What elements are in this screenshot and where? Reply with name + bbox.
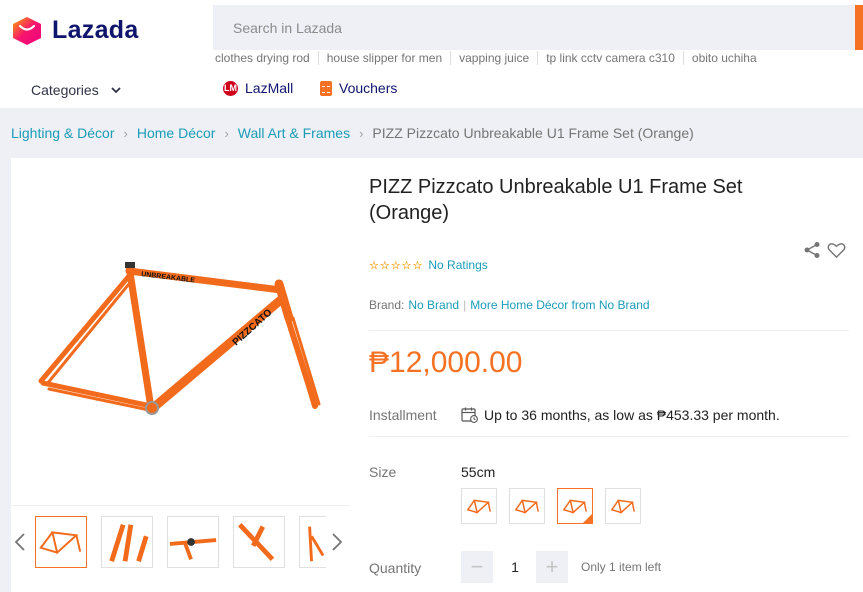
size-variants — [461, 488, 641, 524]
lazmall-label: LazMall — [245, 80, 294, 96]
categories-label: Categories — [31, 82, 99, 98]
thumbnail-image — [169, 538, 217, 560]
vouchers-label: Vouchers — [339, 80, 398, 96]
share-icon[interactable] — [803, 241, 821, 259]
product-card: UNBREAKABLE PIZZCATO PIZZ Pizzcato Unbre… — [11, 158, 863, 592]
thumbnail-image — [238, 523, 275, 561]
heart-icon[interactable] — [827, 242, 846, 259]
rating-stars: ☆ ☆ ☆ ☆ ☆ — [369, 259, 423, 272]
logo[interactable]: Lazada — [10, 14, 139, 46]
star-icon: ☆ — [390, 259, 401, 272]
more-from-brand-link[interactable]: More Home Décor from No Brand — [470, 298, 649, 312]
variant-image — [466, 499, 491, 514]
thumbnail[interactable] — [167, 516, 219, 568]
thumbnail-image — [39, 531, 82, 555]
variant-image — [610, 499, 635, 514]
site-header: Lazada clothes drying rod house slipper … — [0, 0, 863, 108]
variant-option[interactable] — [605, 488, 641, 524]
search-suggestions: clothes drying rod house slipper for men… — [215, 51, 773, 65]
quantity-label: Quantity — [369, 560, 422, 576]
suggestion-link[interactable]: house slipper for men — [327, 51, 452, 65]
chevron-right-icon: › — [224, 125, 229, 141]
suggestion-link[interactable]: vapping juice — [459, 51, 539, 65]
product-main-image[interactable]: UNBREAKABLE PIZZCATO — [31, 246, 331, 431]
thumbnail-image — [308, 526, 325, 562]
suggestion-link[interactable]: tp link cctv camera c310 — [546, 51, 684, 65]
lazmall-link[interactable]: LM LazMall — [223, 80, 293, 96]
suggestion-link[interactable]: obito uchiha — [692, 51, 765, 65]
installment-label: Installment — [369, 407, 437, 423]
variant-image — [562, 499, 587, 514]
lazmall-icon: LM — [223, 80, 238, 96]
stock-note: Only 1 item left — [581, 560, 662, 574]
installment-text: Up to 36 months, as low as ₱453.33 per m… — [484, 406, 780, 423]
suggestion-link[interactable]: clothes drying rod — [215, 51, 319, 65]
categories-menu[interactable]: Categories — [31, 82, 121, 98]
star-icon: ☆ — [379, 259, 390, 272]
breadcrumb-current: PIZZ Pizzcato Unbreakable U1 Frame Set (… — [372, 125, 694, 141]
star-icon: ☆ — [412, 259, 423, 272]
calendar-icon — [461, 407, 478, 423]
lazada-logo-icon — [13, 17, 41, 45]
search-bar — [213, 5, 863, 50]
product-price: ₱12,000.00 — [369, 346, 523, 379]
brand-row: Brand: No Brand | More Home Décor from N… — [369, 298, 650, 312]
voucher-icon — [320, 80, 332, 96]
variant-image — [514, 499, 539, 514]
thumbnail[interactable] — [35, 516, 87, 568]
quantity-decrease-button[interactable]: − — [461, 551, 493, 583]
variant-option-selected[interactable] — [557, 488, 593, 524]
search-button[interactable] — [855, 5, 863, 50]
thumbnail-image — [109, 523, 149, 562]
star-icon: ☆ — [369, 259, 379, 272]
breadcrumb: Lighting & Décor › Home Décor › Wall Art… — [11, 125, 694, 141]
thumbnail-divider — [11, 505, 350, 506]
brand-label: Brand: — [369, 298, 405, 312]
frame-decal-down: PIZZCATO — [231, 307, 275, 348]
size-value: 55cm — [461, 464, 496, 480]
thumbnail[interactable] — [233, 516, 285, 568]
brand-link[interactable]: No Brand — [408, 298, 459, 312]
vouchers-link[interactable]: Vouchers — [320, 80, 397, 96]
breadcrumb-link[interactable]: Home Décor — [137, 125, 216, 141]
breadcrumb-link[interactable]: Lighting & Décor — [11, 125, 115, 141]
divider — [369, 330, 849, 331]
chevron-right-icon: › — [359, 125, 364, 141]
size-label: Size — [369, 464, 397, 480]
installment-info: Up to 36 months, as low as ₱453.33 per m… — [461, 406, 780, 423]
chevron-left-icon[interactable] — [14, 532, 26, 552]
product-rating: ☆ ☆ ☆ ☆ ☆ No Ratings — [369, 258, 488, 272]
variant-option[interactable] — [461, 488, 497, 524]
quantity-input[interactable] — [497, 554, 533, 580]
quantity-increase-button[interactable]: + — [536, 551, 568, 583]
thumbnail[interactable] — [299, 516, 326, 568]
star-icon: ☆ — [401, 259, 412, 272]
brand-separator: | — [463, 298, 467, 312]
chevron-right-icon: › — [123, 125, 128, 141]
search-input[interactable] — [213, 5, 855, 50]
chevron-right-icon[interactable] — [331, 532, 343, 552]
variant-option[interactable] — [509, 488, 545, 524]
thumbnail[interactable] — [101, 516, 153, 568]
product-title: PIZZ Pizzcato Unbreakable U1 Frame Set (… — [369, 176, 743, 224]
logo-text: Lazada — [52, 15, 139, 44]
thumbnail-strip — [35, 516, 326, 568]
breadcrumb-link[interactable]: Wall Art & Frames — [238, 125, 350, 141]
ratings-link[interactable]: No Ratings — [428, 258, 487, 272]
divider — [369, 436, 849, 437]
chevron-down-icon — [111, 87, 121, 94]
